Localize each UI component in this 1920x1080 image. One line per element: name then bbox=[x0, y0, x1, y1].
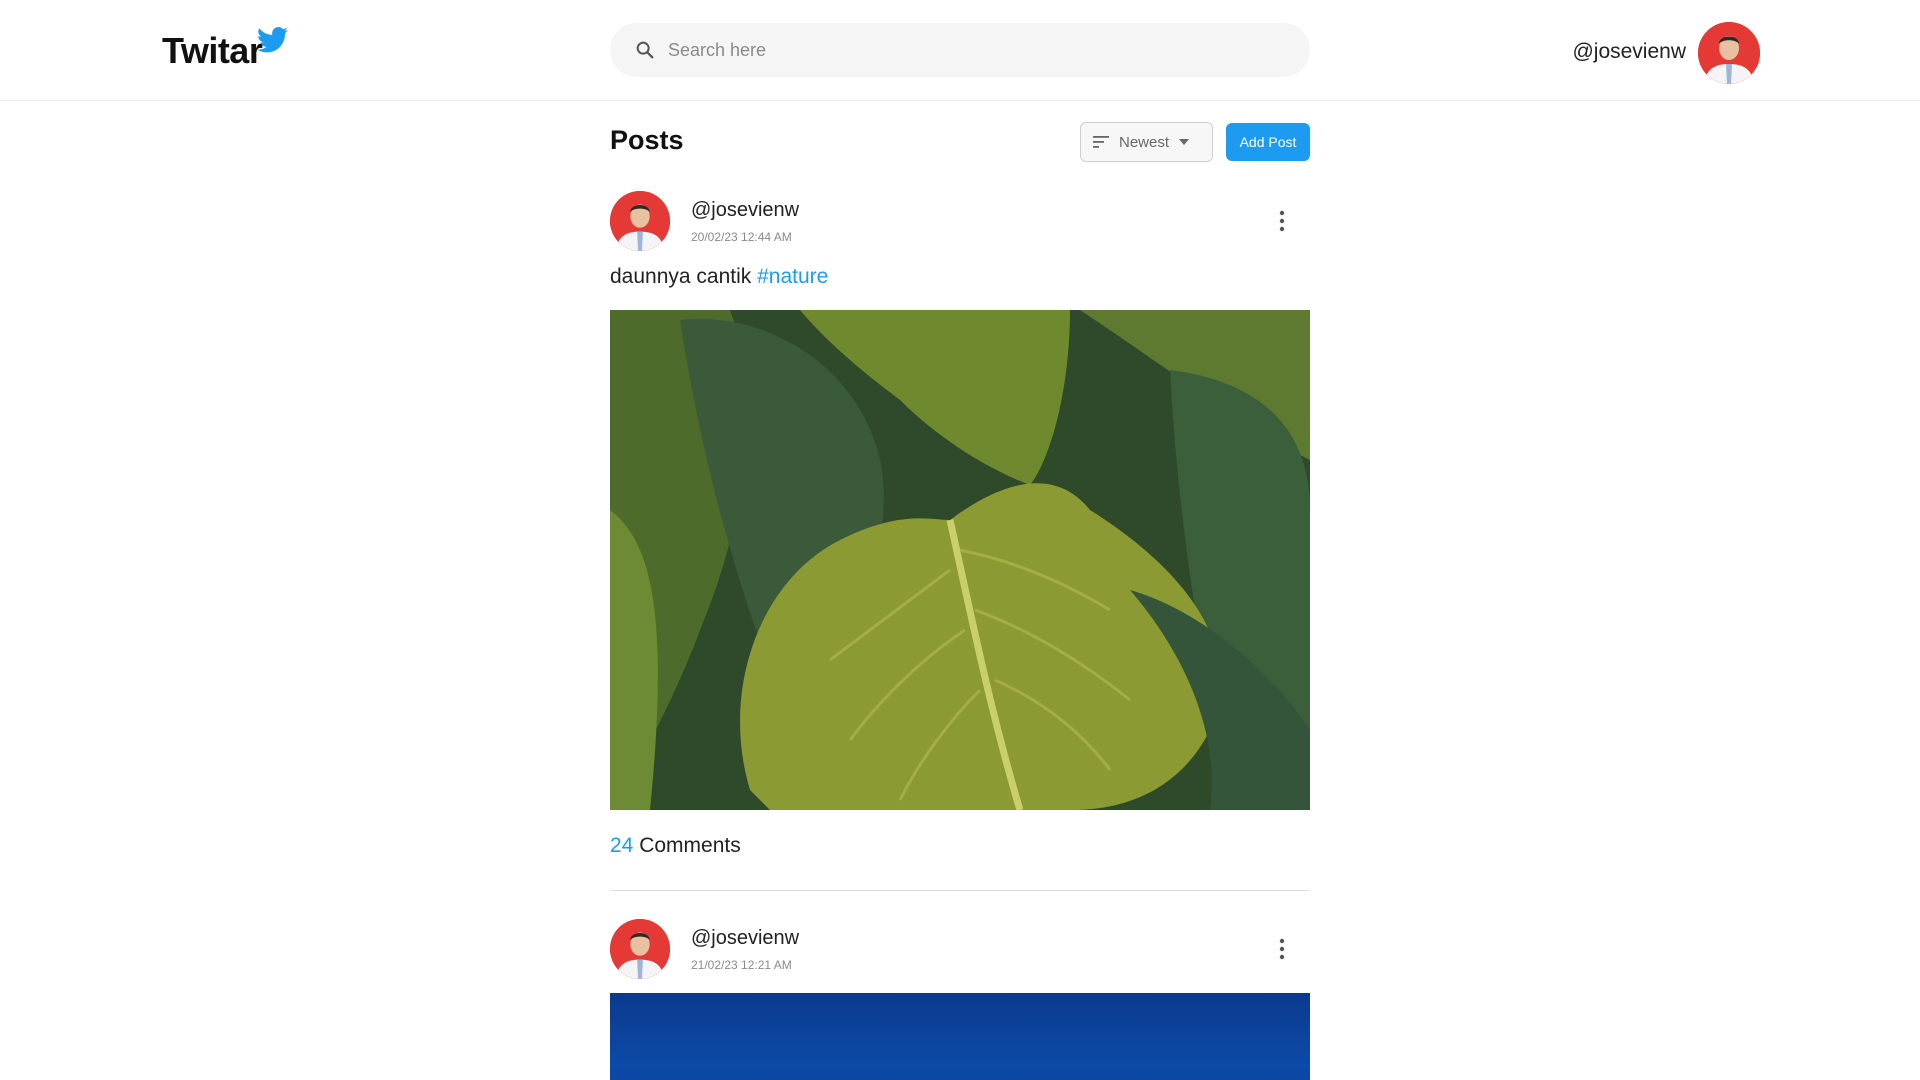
post-card: @josevienw 20/02/23 12:44 AM daunnya can… bbox=[610, 191, 1310, 891]
page-title: Posts bbox=[610, 125, 684, 155]
post-body: daunnya cantik bbox=[610, 265, 752, 288]
search-icon bbox=[636, 41, 654, 59]
comments-label: Comments bbox=[639, 834, 741, 857]
sort-icon bbox=[1093, 136, 1109, 148]
post-author-handle[interactable]: @josevienw bbox=[691, 199, 799, 222]
post-card: @josevienw 21/02/23 12:21 AM bbox=[610, 919, 1310, 1080]
post-header: @josevienw 21/02/23 12:21 AM bbox=[610, 919, 1310, 981]
bird-logo-icon bbox=[257, 27, 289, 53]
post-image-sky[interactable] bbox=[610, 993, 1310, 1080]
feed: Posts Newest Add Post @josevienw 20/02/2… bbox=[610, 101, 1310, 1080]
top-bar: Twitar @josevienw bbox=[0, 0, 1920, 101]
current-user-handle[interactable]: @josevienw bbox=[1572, 40, 1686, 64]
search-bar[interactable] bbox=[610, 23, 1310, 77]
avatar-image bbox=[1698, 22, 1760, 84]
post-author-avatar[interactable] bbox=[610, 191, 670, 251]
post-image-leaves[interactable] bbox=[610, 310, 1310, 810]
comment-count: 24 bbox=[610, 834, 634, 857]
more-vert-icon[interactable] bbox=[1278, 937, 1286, 961]
post-author-avatar[interactable] bbox=[610, 919, 670, 979]
avatar-image bbox=[610, 191, 670, 251]
avatar-image bbox=[610, 919, 670, 979]
app-name: Twitar bbox=[162, 30, 263, 71]
add-post-button[interactable]: Add Post bbox=[1226, 123, 1310, 161]
post-author-handle[interactable]: @josevienw bbox=[691, 927, 799, 950]
app-logo[interactable]: Twitar bbox=[162, 22, 290, 74]
post-timestamp: 21/02/23 12:21 AM bbox=[691, 958, 792, 972]
post-hashtag[interactable]: #nature bbox=[757, 265, 828, 288]
sort-dropdown[interactable]: Newest bbox=[1080, 122, 1213, 162]
post-divider bbox=[610, 890, 1310, 891]
current-user-avatar[interactable] bbox=[1698, 22, 1760, 84]
search-input[interactable] bbox=[668, 39, 1268, 61]
caret-down-icon bbox=[1179, 139, 1190, 145]
post-text: daunnya cantik #nature bbox=[610, 265, 1310, 297]
post-timestamp: 20/02/23 12:44 AM bbox=[691, 230, 792, 244]
sort-label: Newest bbox=[1119, 133, 1170, 151]
comments-link[interactable]: 24 Comments bbox=[610, 834, 1310, 858]
post-header: @josevienw 20/02/23 12:44 AM bbox=[610, 191, 1310, 253]
more-vert-icon[interactable] bbox=[1278, 209, 1286, 233]
